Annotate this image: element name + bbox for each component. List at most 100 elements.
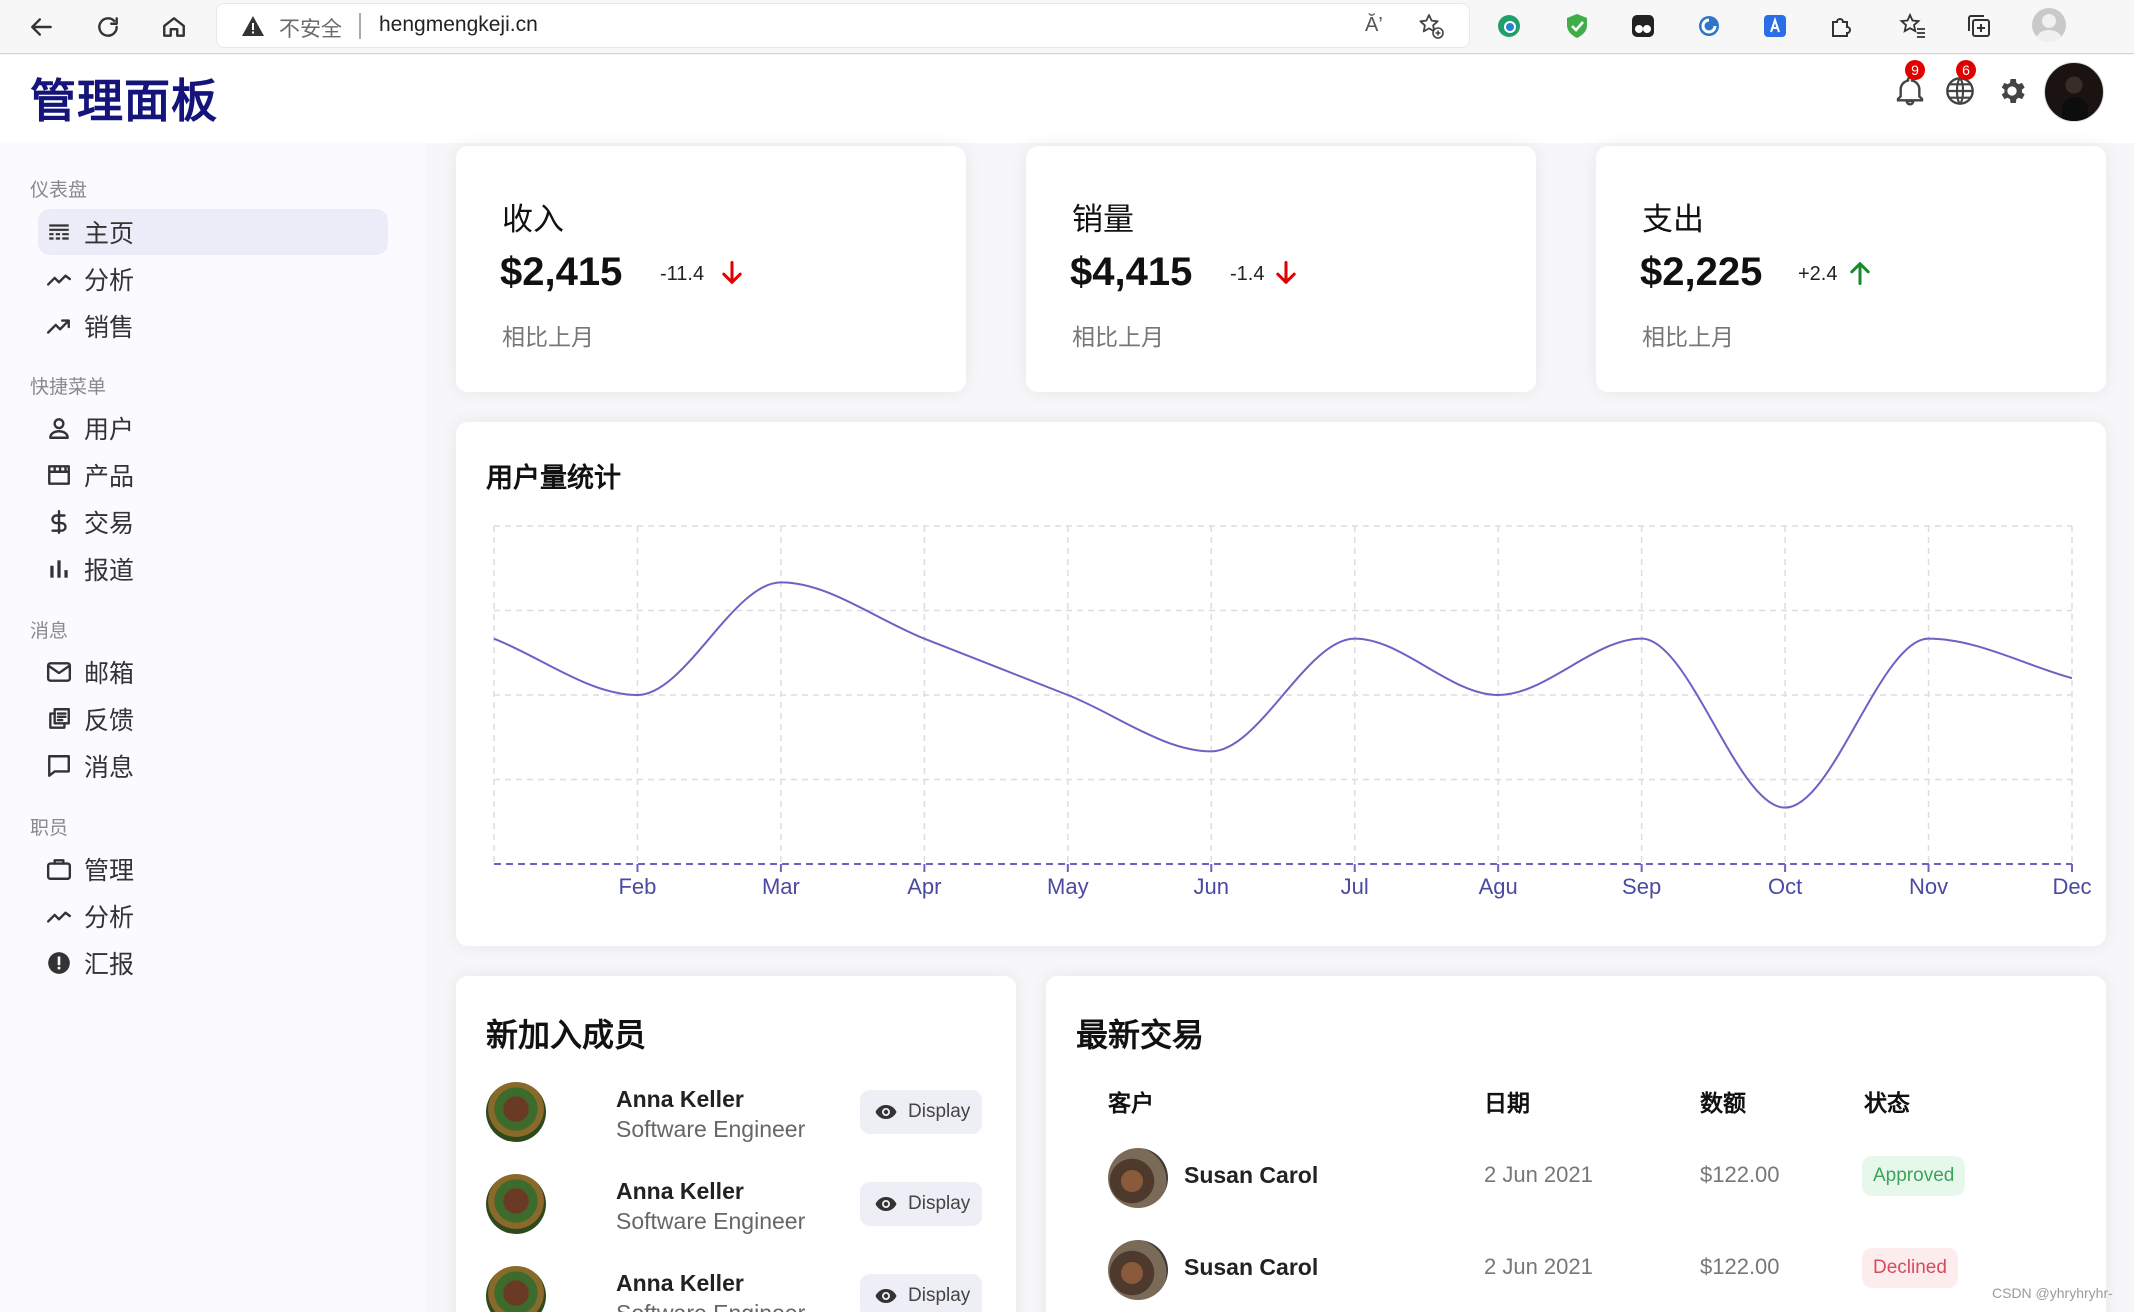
arrow-down-icon [1276, 260, 1296, 284]
member-role: Software Engineer [616, 1116, 806, 1142]
store-icon [48, 465, 70, 485]
eye-icon [875, 1289, 897, 1303]
settings-button[interactable] [1992, 71, 2032, 111]
transaction-amount: $122.00 [1700, 1162, 1780, 1187]
stat-delta: -11.4 [660, 263, 705, 285]
chart-data-point [922, 637, 926, 641]
sidebar-item-home[interactable]: 主页 [38, 209, 388, 255]
stat-card-expense: 支出 $2,225 +2.4 相比上月 [1596, 146, 2106, 392]
chart-x-tick-label: Agu [1479, 874, 1518, 899]
sidebar-item-label: 销售 [84, 313, 135, 342]
member-name: Anna Keller [616, 1178, 744, 1204]
chart-x-tick-label: Jun [1194, 874, 1229, 899]
sidebar-section-staff: 职员 [30, 817, 69, 839]
stat-title: 收入 [502, 202, 564, 238]
sidebar-item-label: 主页 [84, 219, 135, 248]
sidebar-item-analytics[interactable]: 分析 [38, 256, 388, 302]
browser-profile-avatar[interactable] [2032, 8, 2066, 42]
user-avatar[interactable] [2044, 62, 2104, 122]
sidebar-item-mail[interactable]: 邮箱 [38, 649, 388, 695]
home-button[interactable] [156, 9, 192, 45]
arrow-up-icon [1850, 262, 1870, 286]
sidebar-item-label: 消息 [84, 753, 135, 782]
sidebar-item-transactions[interactable]: 交易 [38, 499, 388, 545]
trend-up-icon [46, 319, 70, 334]
member-avatar [486, 1266, 546, 1312]
collections-icon[interactable] [1964, 11, 1994, 41]
extensions-puzzle-icon[interactable] [1826, 11, 1856, 41]
bar-chart-icon [50, 560, 68, 578]
display-button[interactable]: Display [860, 1274, 982, 1312]
url-text: hengmengkeji.cn [379, 13, 538, 36]
chart-x-tick-label: Dec [2052, 874, 2091, 899]
stat-card-sales: 销量 $4,415 -1.4 相比上月 [1026, 146, 1536, 392]
read-aloud-icon[interactable]: Ă’ [1365, 14, 1383, 37]
stat-subtitle: 相比上月 [1642, 325, 1734, 351]
sidebar-item-users[interactable]: 用户 [38, 405, 388, 451]
transaction-date: 2 Jun 2021 [1484, 1162, 1593, 1187]
stat-delta: -1.4 [1230, 263, 1265, 285]
briefcase-icon [46, 859, 72, 880]
member-role: Software Engineer [616, 1300, 805, 1312]
customer-name: Susan Carol [1184, 1254, 1319, 1280]
latest-transactions-card: 最新交易 客户 日期 数额 状态 Susan Carol 2 Jun 2021 … [1046, 976, 2106, 1312]
chart-data-point [779, 580, 783, 584]
sidebar-item-label: 产品 [84, 462, 135, 491]
back-button[interactable] [24, 9, 60, 45]
copilot-extension-icon[interactable] [1694, 11, 1724, 41]
trend-icon [46, 911, 72, 923]
transaction-date: 2 Jun 2021 [1484, 1254, 1593, 1279]
table-row: Susan Carol 2 Jun 2021 $122.00 Declined [1046, 1240, 2106, 1304]
eye-icon [875, 1105, 897, 1119]
tampermonkey-icon[interactable] [1628, 11, 1658, 41]
chart-data-point [1066, 693, 1070, 697]
sidebar-item-sales[interactable]: 销售 [38, 303, 388, 349]
chart-data-point [2070, 676, 2074, 680]
dollar-icon [51, 509, 67, 535]
member-role: Software Engineer [616, 1208, 806, 1234]
stat-delta: +2.4 [1798, 263, 1838, 285]
new-members-card: 新加入成员 Anna Keller Software Engineer Disp… [456, 976, 1016, 1312]
stat-value: $2,415 [500, 250, 623, 294]
shield-extension-icon[interactable] [1562, 11, 1592, 41]
display-button[interactable]: Display [860, 1090, 982, 1134]
sidebar-item-label: 邮箱 [84, 659, 135, 688]
sidebar-item-chat[interactable]: 消息 [38, 743, 388, 789]
arrow-down-icon [722, 260, 742, 284]
table-row: Susan Carol 2 Jun 2021 $122.00 Approved [1046, 1148, 2106, 1212]
edge-extension-icon[interactable] [1494, 11, 1524, 41]
favorites-icon[interactable] [1898, 11, 1928, 41]
stat-title: 销量 [1072, 202, 1134, 238]
user-stats-line-chart: Feb Mar Apr May Jun Jul Agu Sep Oct Nov Dec [492, 525, 2092, 899]
chart-data-point [1496, 693, 1500, 697]
customer-avatar [1108, 1148, 1168, 1208]
browser-toolbar: 不安全 hengmengkeji.cn Ă’ [0, 0, 2134, 54]
sidebar: 仪表盘 主页 分析 销售 快捷菜单 用户 产品 交易 报道 消息 邮箱 反馈 消… [0, 143, 426, 1312]
sidebar-item-label: 反馈 [84, 706, 135, 735]
member-name: Anna Keller [616, 1270, 744, 1296]
chart-data-point [492, 637, 496, 641]
chart-data-point [635, 693, 639, 697]
member-name: Anna Keller [616, 1086, 744, 1112]
sidebar-item-staff-analytics[interactable]: 分析 [38, 893, 388, 939]
eye-icon [875, 1197, 897, 1211]
sidebar-section-dashboard: 仪表盘 [30, 179, 88, 201]
display-button-label: Display [908, 1285, 971, 1306]
translate-extension-icon[interactable] [1760, 11, 1790, 41]
sidebar-item-products[interactable]: 产品 [38, 452, 388, 498]
insecure-label: 不安全 [279, 17, 342, 41]
sidebar-item-feedback[interactable]: 反馈 [38, 696, 388, 742]
member-avatar [486, 1174, 546, 1234]
sidebar-item-report[interactable]: 汇报 [38, 940, 388, 986]
sidebar-item-manage[interactable]: 管理 [38, 846, 388, 892]
display-button[interactable]: Display [860, 1182, 982, 1226]
column-header-status: 状态 [1864, 1091, 1910, 1117]
add-favorite-icon[interactable] [1417, 12, 1445, 40]
address-separator [359, 13, 361, 39]
address-bar[interactable]: 不安全 hengmengkeji.cn Ă’ [216, 3, 1470, 48]
sidebar-item-reports[interactable]: 报道 [38, 546, 388, 592]
reload-icon [98, 17, 118, 37]
stat-subtitle: 相比上月 [502, 325, 594, 351]
reload-button[interactable] [90, 9, 126, 45]
language-badge: 6 [1956, 60, 1976, 80]
